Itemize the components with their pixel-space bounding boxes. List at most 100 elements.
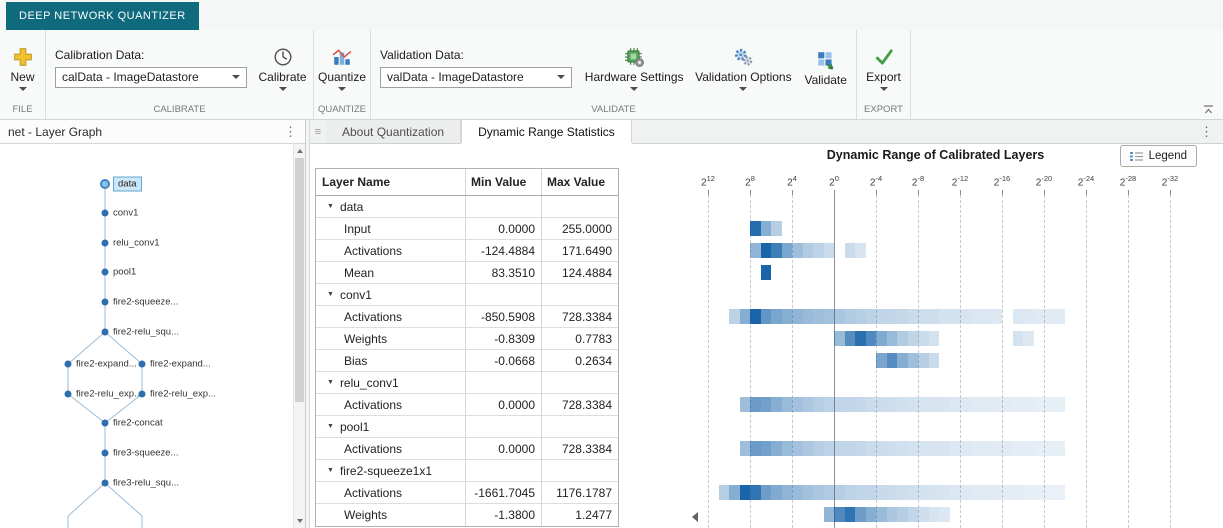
min-value-cell	[466, 284, 542, 305]
chart-scroll-left-arrow-icon[interactable]	[692, 512, 698, 522]
graph-node-fire2-expand[interactable]	[64, 360, 72, 368]
table-row-activations[interactable]: Activations -1661.7045 1176.1787	[316, 482, 618, 504]
new-dropdown-arrow-icon[interactable]	[18, 86, 27, 91]
gridline	[708, 195, 709, 528]
table-row-mean[interactable]: Mean 83.3510 124.4884	[316, 262, 618, 284]
graph-node-fire2-squeeze[interactable]	[101, 298, 109, 306]
ribbon-section-quantize-label: QUANTIZE	[317, 104, 367, 115]
ribbon-section-export: Export EXPORT	[857, 30, 911, 119]
heatmap-cell	[844, 331, 855, 346]
graph-node-label: fire2-expand...	[150, 358, 211, 370]
min-value-cell	[466, 372, 542, 393]
table-row-activations[interactable]: Activations 0.0000 728.3384	[316, 438, 618, 460]
workspace: net - Layer Graph ⋮ data conv1 relu_conv1 p…	[0, 120, 1223, 528]
scrollbar-down-arrow-icon[interactable]	[297, 519, 303, 523]
heatmap-cell	[1033, 485, 1044, 500]
table-row-group-relu_conv1[interactable]: ▼ relu_conv1	[316, 372, 618, 394]
layer-graph-canvas[interactable]: data conv1 relu_conv1 pool1 fire2-squeeze...…	[0, 144, 305, 528]
validate-button[interactable]: Validate	[800, 46, 851, 89]
validate-button-label: Validate	[804, 73, 847, 87]
heatmap-cell	[907, 309, 918, 324]
heatmap-cell	[918, 309, 929, 324]
hardware-settings-dropdown-arrow-icon[interactable]	[630, 86, 639, 91]
graph-node-fire2-relu_squ[interactable]	[101, 328, 109, 336]
group-expander-icon[interactable]: ▼	[327, 423, 334, 430]
heatmap-cell	[802, 441, 813, 456]
table-row-weights[interactable]: Weights -0.8309 0.7783	[316, 328, 618, 350]
hardware-settings-button[interactable]: Hardware Settings	[582, 43, 686, 93]
stat-name: Activations	[344, 441, 403, 456]
heatmap-cell	[1002, 485, 1013, 500]
stats-table: Layer Name Min Value Max Value ▼ data Input 0.…	[315, 168, 619, 527]
group-expander-icon[interactable]: ▼	[327, 291, 334, 298]
collapse-ribbon-icon[interactable]	[1202, 104, 1215, 115]
graph-node-conv1[interactable]	[101, 209, 109, 217]
heatmap-cell	[907, 507, 918, 522]
scrollbar-thumb[interactable]	[295, 158, 304, 402]
calibrate-button[interactable]: Calibrate	[257, 43, 308, 93]
heatmap-cell	[970, 485, 981, 500]
table-row-group-data[interactable]: ▼ data	[316, 196, 618, 218]
group-expander-icon[interactable]: ▼	[327, 203, 334, 210]
table-row-input[interactable]: Input 0.0000 255.0000	[316, 218, 618, 240]
graph-node-fire2-relu_exp[interactable]	[64, 390, 72, 398]
table-row-activations[interactable]: Activations 0.0000 728.3384	[316, 394, 618, 416]
table-row-activations[interactable]: Activations -124.4884 171.6490	[316, 240, 618, 262]
graph-node-fire3-squeeze[interactable]	[101, 449, 109, 457]
column-header-layer-name: Layer Name	[316, 169, 466, 195]
max-value-cell: 0.2634	[575, 353, 612, 368]
layer-name-cell: Input	[316, 218, 466, 239]
new-button[interactable]: New	[1, 43, 45, 93]
graph-node-data[interactable]	[100, 179, 110, 189]
tab-about-quantization[interactable]: About Quantization	[326, 120, 462, 143]
heatmap-cell	[760, 221, 771, 236]
table-row-group-pool1[interactable]: ▼ pool1	[316, 416, 618, 438]
group-expander-icon[interactable]: ▼	[327, 467, 334, 474]
graph-node-fire2-concat[interactable]	[101, 419, 109, 427]
heatmap-cell	[813, 243, 824, 258]
scrollbar-up-arrow-icon[interactable]	[297, 149, 303, 153]
heatmap-cell	[792, 485, 803, 500]
quantize-button[interactable]: Quantize	[318, 43, 366, 93]
table-row-bias[interactable]: Bias -0.0668 0.2634	[316, 350, 618, 372]
table-row-activations[interactable]: Activations -850.5908 728.3384	[316, 306, 618, 328]
validation-options-dropdown-arrow-icon[interactable]	[739, 86, 748, 91]
heatmap-cell	[991, 441, 1002, 456]
export-dropdown-arrow-icon[interactable]	[879, 86, 888, 91]
document-panel-menu-icon[interactable]: ⋮	[1200, 125, 1213, 138]
table-row-group-conv1[interactable]: ▼ conv1	[316, 284, 618, 306]
table-row-weights[interactable]: Weights -1.3800 1.2477	[316, 504, 618, 526]
heatmap-cell	[907, 397, 918, 412]
graph-node-fire2-expand[interactable]	[138, 360, 146, 368]
calibrate-dropdown-arrow-icon[interactable]	[278, 86, 287, 91]
layer-graph-panel-menu-icon[interactable]: ⋮	[284, 125, 297, 138]
calibration-data-combo[interactable]: calData - ImageDatastore	[55, 66, 247, 88]
layer-name-cell: Activations	[316, 482, 466, 503]
graph-node-relu_conv1[interactable]	[101, 239, 109, 247]
layer-graph-panel: net - Layer Graph ⋮ data conv1 relu_conv1 p…	[0, 120, 306, 528]
validation-options-button[interactable]: Validation Options	[692, 43, 794, 93]
calibration-combo-arrow-icon[interactable]	[232, 75, 240, 79]
heatmap-cell	[718, 485, 729, 500]
validation-combo-arrow-icon[interactable]	[557, 75, 565, 79]
group-expander-icon[interactable]: ▼	[327, 379, 334, 386]
graph-node-fire2-relu_exp[interactable]	[138, 390, 146, 398]
heatmap-cell	[897, 485, 908, 500]
ribbon-section-calibrate-label: CALIBRATE	[153, 104, 206, 115]
graph-node-pool1[interactable]	[101, 268, 109, 276]
layer-graph-scrollbar[interactable]	[293, 144, 305, 528]
heatmap-cell	[739, 485, 750, 500]
table-row-group-fire2-squeeze1x1[interactable]: ▼ fire2-squeeze1x1	[316, 460, 618, 482]
heatmap-cell	[865, 309, 876, 324]
heatmap-cell	[1033, 441, 1044, 456]
tab-dynamic-range-statistics[interactable]: Dynamic Range Statistics	[461, 120, 632, 143]
app-tab-deep-network-quantizer[interactable]: DEEP NETWORK QUANTIZER	[6, 2, 199, 30]
export-button[interactable]: Export	[862, 43, 906, 93]
graph-node-fire3-relu_squ[interactable]	[101, 479, 109, 487]
heatmap-cell	[981, 441, 992, 456]
tab-bar-grip-icon[interactable]: ≡	[310, 120, 326, 143]
heatmap-cell	[897, 331, 908, 346]
validation-data-combo[interactable]: valData - ImageDatastore	[380, 66, 572, 88]
legend-button[interactable]: Legend	[1119, 145, 1197, 167]
quantize-dropdown-arrow-icon[interactable]	[338, 86, 346, 91]
